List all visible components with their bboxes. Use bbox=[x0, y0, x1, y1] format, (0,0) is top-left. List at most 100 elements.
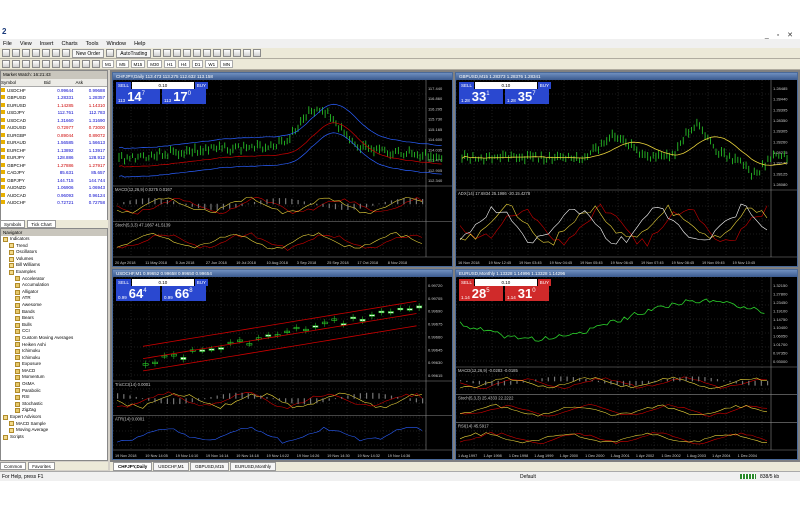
terminal-icon[interactable] bbox=[52, 49, 60, 57]
market-watch-row[interactable]: AUDNZD 1.06906 1.06943 bbox=[1, 184, 107, 192]
price-chart[interactable]: ADX(14) 17.6834 25.1986 -20.15.4278 1.284… bbox=[456, 80, 797, 266]
market-watch-row[interactable]: USDCHF 0.99644 0.99688 bbox=[1, 86, 107, 94]
timeframe-w1[interactable]: W1 bbox=[205, 60, 219, 68]
col-bid[interactable]: Bid bbox=[44, 79, 76, 87]
ask-price-box[interactable]: 113 17 0 bbox=[162, 89, 206, 104]
navigator-item[interactable]: Moving Average bbox=[1, 427, 107, 434]
timeframe-m5[interactable]: M5 bbox=[116, 60, 129, 68]
navigator-item[interactable]: Parabolic bbox=[1, 388, 107, 395]
price-chart[interactable]: TrixCCI(14) 0.0001 ATR(14) 0.0001 0.99720 0… bbox=[113, 277, 452, 459]
trendline-icon[interactable] bbox=[42, 60, 50, 68]
navigator-item[interactable]: Custom Moving Averages bbox=[1, 335, 107, 342]
chart-window[interactable]: EURUSD,Monthly 1.13328 1.14996 1.13328 1… bbox=[455, 269, 798, 460]
candle-chart-icon[interactable] bbox=[163, 49, 172, 57]
fibo-icon[interactable] bbox=[62, 60, 70, 68]
navigator-item[interactable]: ZigZag bbox=[1, 407, 107, 414]
market-watch-row[interactable]: EURGBP 0.89044 0.89072 bbox=[1, 132, 107, 140]
line-chart-icon[interactable] bbox=[173, 49, 182, 57]
market-watch-row[interactable]: AUDUSD 0.72977 0.73000 bbox=[1, 124, 107, 132]
ask-price-box[interactable]: 0.99 66 8 bbox=[162, 286, 206, 301]
bar-chart-icon[interactable] bbox=[153, 49, 162, 57]
lot-size-input[interactable]: 0.10 bbox=[132, 82, 194, 89]
horizontal-line-icon[interactable] bbox=[32, 60, 40, 68]
market-watch-row[interactable]: GBPUSD 1.28331 1.28357 bbox=[1, 94, 107, 102]
navigator-item[interactable]: Trend bbox=[1, 243, 107, 250]
autotrading-button[interactable]: AutoTrading bbox=[116, 48, 152, 58]
bid-price-box[interactable]: 1.14 28 5 bbox=[459, 286, 503, 301]
navigator-item[interactable]: Stochastic bbox=[1, 401, 107, 408]
navigator-item[interactable]: Bands bbox=[1, 309, 107, 316]
lot-size-input[interactable]: 0.10 bbox=[475, 279, 537, 286]
tab-common[interactable]: Common bbox=[0, 462, 27, 470]
bid-price-box[interactable]: 0.99 64 4 bbox=[116, 286, 160, 301]
market-watch-row[interactable]: EURCHF 1.13892 1.13917 bbox=[1, 147, 107, 155]
autoscroll-icon[interactable] bbox=[213, 49, 222, 57]
navigator-item[interactable]: Bears bbox=[1, 315, 107, 322]
navigator-item[interactable]: Bulls bbox=[1, 322, 107, 329]
channel-icon[interactable] bbox=[52, 60, 60, 68]
market-watch-row[interactable]: AUDCHF 0.72721 0.72758 bbox=[1, 199, 107, 207]
chart-tab-usdchf[interactable]: USDCHF,M1 bbox=[153, 462, 190, 471]
navigator-item[interactable]: Oscillators bbox=[1, 249, 107, 256]
tab-favorites[interactable]: Favorites bbox=[28, 462, 55, 470]
bid-price-box[interactable]: 113 14 7 bbox=[116, 89, 160, 104]
menu-charts[interactable]: Charts bbox=[61, 41, 77, 47]
label-icon[interactable] bbox=[82, 60, 90, 68]
navigator-item[interactable]: Alligator bbox=[1, 289, 107, 296]
chart-window[interactable]: GBPUSD,M15 1.28373 1.28376 1.28341 ADX(14… bbox=[455, 72, 798, 267]
zoom-in-icon[interactable] bbox=[183, 49, 192, 57]
crosshair-icon[interactable] bbox=[12, 60, 20, 68]
buy-button[interactable]: BUY bbox=[537, 279, 551, 286]
market-watch-row[interactable]: EURAUD 1.56585 1.56613 bbox=[1, 139, 107, 147]
price-chart[interactable]: MACD(12,26,9) 0.0275 0.0167 Stoch(5,3,3) … bbox=[113, 80, 452, 266]
arrows-icon[interactable] bbox=[92, 60, 100, 68]
buy-button[interactable]: BUY bbox=[194, 279, 208, 286]
sell-button[interactable]: SELL bbox=[116, 279, 132, 286]
buy-button[interactable]: BUY bbox=[194, 82, 208, 89]
profiles-icon[interactable] bbox=[12, 49, 20, 57]
bid-price-box[interactable]: 1.28 33 1 bbox=[459, 89, 503, 104]
market-watch-row[interactable]: USDCAD 1.31660 1.31690 bbox=[1, 117, 107, 125]
market-watch-row[interactable]: GBPJPY 144.715 144.744 bbox=[1, 177, 107, 185]
tab-symbols[interactable]: Symbols bbox=[0, 220, 26, 228]
navigator-item[interactable]: Scripts bbox=[1, 434, 107, 441]
market-watch-row[interactable]: USDJPY 112.761 112.783 bbox=[1, 109, 107, 117]
navigator-item[interactable]: MACD bbox=[1, 368, 107, 375]
ask-price-box[interactable]: 1.14 31 0 bbox=[505, 286, 549, 301]
navigator-item[interactable]: Ichimoku bbox=[1, 355, 107, 362]
chart-shift-icon[interactable] bbox=[223, 49, 232, 57]
lot-size-input[interactable]: 0.10 bbox=[475, 82, 537, 89]
periods-icon[interactable] bbox=[243, 49, 252, 57]
navigator-icon[interactable] bbox=[42, 49, 50, 57]
tab-tick-chart[interactable]: Tick Chart bbox=[27, 220, 56, 228]
navigator-item[interactable]: CCI bbox=[1, 328, 107, 335]
timeframe-h4[interactable]: H4 bbox=[177, 60, 190, 68]
sell-button[interactable]: SELL bbox=[459, 82, 475, 89]
buy-button[interactable]: BUY bbox=[537, 82, 551, 89]
ask-price-box[interactable]: 1.28 35 7 bbox=[505, 89, 549, 104]
tile-icon[interactable] bbox=[203, 49, 212, 57]
lot-size-input[interactable]: 0.10 bbox=[132, 279, 194, 286]
menu-file[interactable]: File bbox=[3, 41, 12, 47]
new-chart-icon[interactable] bbox=[2, 49, 10, 57]
chart-tab-chfjpy[interactable]: CHFJPY,Daily bbox=[113, 462, 153, 471]
navigator-item[interactable]: Volumes bbox=[1, 256, 107, 263]
metaeditor-icon[interactable] bbox=[106, 49, 115, 57]
navigator-item[interactable]: OsMA bbox=[1, 381, 107, 388]
market-watch-row[interactable]: AUDCAD 0.96093 0.96124 bbox=[1, 192, 107, 200]
sell-button[interactable]: SELL bbox=[459, 279, 475, 286]
chart-tab-gbpusd[interactable]: GBPUSD,M15 bbox=[190, 462, 230, 471]
zoom-out-icon[interactable] bbox=[193, 49, 202, 57]
timeframe-m1[interactable]: M1 bbox=[102, 60, 115, 68]
vertical-line-icon[interactable] bbox=[22, 60, 30, 68]
timeframe-m30[interactable]: M30 bbox=[147, 60, 163, 68]
menu-insert[interactable]: Insert bbox=[40, 41, 54, 47]
cursor-icon[interactable] bbox=[2, 60, 10, 68]
market-watch-row[interactable]: CADJPY 85.631 85.657 bbox=[1, 169, 107, 177]
market-watch-row[interactable]: GBPCHF 1.27886 1.27917 bbox=[1, 162, 107, 170]
navigator-item[interactable]: Accumulation bbox=[1, 282, 107, 289]
col-ask[interactable]: Ask bbox=[75, 79, 107, 87]
navigator-item[interactable]: Indicators bbox=[1, 236, 107, 243]
indicators-icon[interactable] bbox=[233, 49, 242, 57]
menu-window[interactable]: Window bbox=[107, 41, 127, 47]
